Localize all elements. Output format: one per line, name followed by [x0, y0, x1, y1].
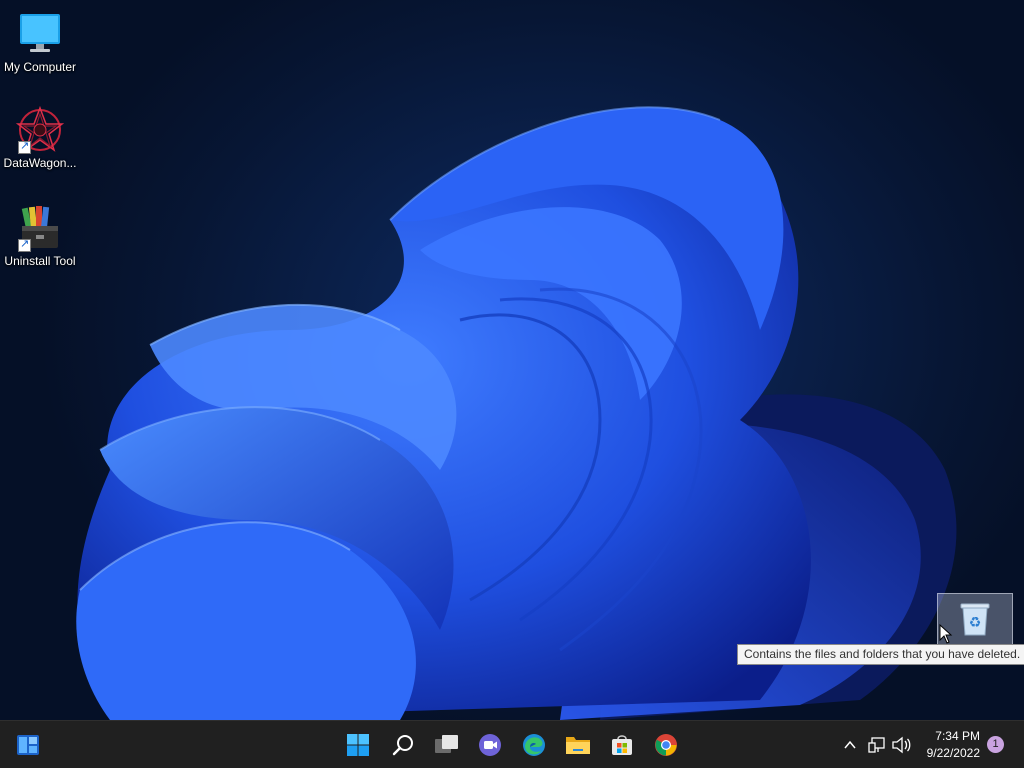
task-view-icon	[435, 735, 458, 753]
chat-button[interactable]	[472, 727, 508, 763]
task-view-button[interactable]	[429, 727, 465, 763]
start-button[interactable]	[340, 727, 376, 763]
desktop[interactable]: My Computer DataWagon...	[0, 0, 1024, 720]
clock-time: 7:34 PM	[935, 729, 980, 743]
chrome-button[interactable]	[648, 727, 684, 763]
desktop-icon-label: DataWagon...	[3, 156, 77, 170]
desktop-icon-datawagon[interactable]: DataWagon...	[0, 105, 80, 170]
chevron-up-icon	[844, 740, 856, 749]
clock-date: 9/22/2022	[926, 746, 980, 760]
chat-video-icon	[479, 734, 501, 756]
edge-browser-icon	[523, 734, 545, 756]
volume-button[interactable]	[884, 727, 918, 763]
windows-start-icon	[347, 734, 369, 756]
store-icon	[612, 735, 632, 755]
file-explorer-button[interactable]	[560, 727, 596, 763]
search-button[interactable]	[385, 727, 421, 763]
folder-icon	[566, 737, 590, 754]
store-button[interactable]	[604, 727, 640, 763]
desktop-icon-label: Uninstall Tool	[4, 254, 76, 268]
wallpaper-bloom	[76, 106, 957, 720]
mouse-cursor-icon	[939, 624, 953, 644]
svg-text:♻: ♻	[969, 615, 982, 631]
search-icon	[392, 735, 413, 756]
shortcut-arrow-icon	[18, 237, 31, 252]
desktop-icon-my-computer[interactable]: My Computer	[0, 10, 80, 74]
clock-button[interactable]: 7:34 PM 9/22/2022	[918, 725, 982, 765]
taskbar: 7:34 PM 9/22/2022	[0, 720, 1024, 768]
shortcut-arrow-icon	[18, 139, 31, 154]
notification-badge[interactable]: 1	[987, 736, 1004, 753]
desktop-icon-uninstall-tool[interactable]: Uninstall Tool	[0, 204, 80, 268]
desktop-icon-label: My Computer	[3, 60, 77, 74]
datawagon-icon	[15, 105, 65, 154]
tooltip: Contains the files and folders that you …	[737, 644, 1024, 665]
uninstall-tool-icon	[16, 204, 64, 252]
widgets-button[interactable]	[10, 727, 46, 763]
chrome-icon	[655, 734, 677, 756]
edge-button[interactable]	[516, 727, 552, 763]
recycle-bin-icon: ♻	[960, 602, 990, 636]
speaker-icon	[892, 736, 911, 754]
widgets-icon	[17, 735, 39, 755]
computer-monitor-icon	[16, 10, 64, 58]
